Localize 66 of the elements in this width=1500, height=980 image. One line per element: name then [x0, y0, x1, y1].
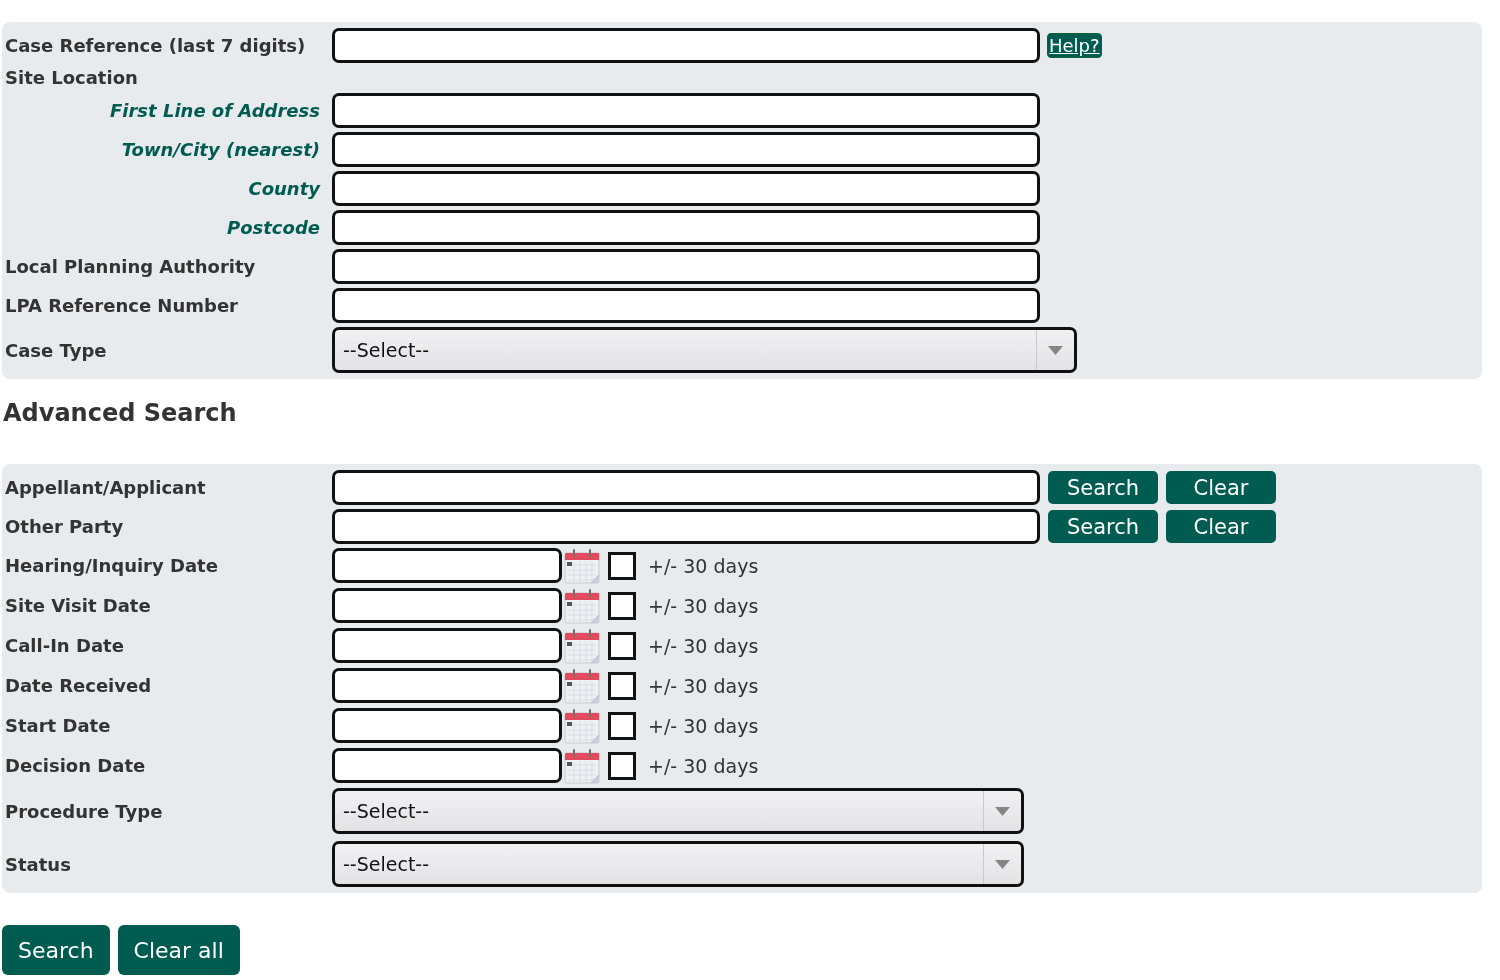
field-label: Decision Date — [5, 755, 146, 776]
text-input[interactable] — [332, 132, 1040, 167]
range-label: +/- 30 days — [648, 634, 759, 657]
search-button[interactable]: Search — [1048, 510, 1158, 543]
checkbox[interactable] — [608, 671, 636, 700]
search-button[interactable]: Search — [2, 925, 110, 975]
date-input[interactable] — [332, 588, 562, 623]
text-input[interactable] — [332, 249, 1040, 284]
field-label: County — [248, 178, 320, 199]
range-label: +/- 30 days — [648, 674, 759, 697]
field-label: Hearing/Inquiry Date — [5, 555, 218, 576]
text-input[interactable] — [332, 470, 1040, 505]
date-input[interactable] — [332, 748, 562, 783]
dropdown[interactable]: --Select-- — [332, 841, 1024, 887]
range-label: +/- 30 days — [648, 594, 759, 617]
checkbox[interactable] — [608, 551, 636, 580]
clear-button[interactable]: Clear — [1166, 471, 1276, 504]
field-label: Status — [5, 853, 71, 875]
text-input[interactable] — [332, 288, 1040, 323]
field-label: Site Visit Date — [5, 595, 151, 616]
range-label: +/- 30 days — [648, 754, 759, 777]
field-label: Local Planning Authority — [5, 256, 256, 277]
calendar-icon[interactable] — [564, 587, 600, 624]
text-input[interactable] — [332, 28, 1040, 63]
date-input[interactable] — [332, 548, 562, 583]
text-input[interactable] — [332, 93, 1040, 128]
text-input[interactable] — [332, 171, 1040, 206]
calendar-icon[interactable] — [564, 747, 600, 784]
field-label: LPA Reference Number — [5, 295, 238, 316]
calendar-icon[interactable] — [564, 667, 600, 704]
field-label: Procedure Type — [5, 800, 163, 822]
text-input[interactable] — [332, 509, 1040, 544]
field-label: Case Type — [5, 339, 107, 361]
checkbox[interactable] — [608, 711, 636, 740]
section-label: Site Location — [5, 67, 138, 88]
field-label: Start Date — [5, 715, 111, 736]
search-button[interactable]: Search — [1048, 471, 1158, 504]
field-label: Town/City (nearest) — [121, 139, 320, 160]
caret-icon — [995, 806, 1010, 816]
field-label: Date Received — [5, 675, 152, 696]
field-label: Other Party — [5, 516, 124, 537]
range-label: +/- 30 days — [648, 554, 759, 577]
date-input[interactable] — [332, 708, 562, 743]
field-label: Appellant/Applicant — [5, 477, 206, 498]
section-heading: Advanced Search — [3, 398, 237, 428]
caret-icon — [995, 859, 1010, 869]
field-label: Call-In Date — [5, 635, 124, 656]
clear-all-button[interactable]: Clear all — [117, 925, 240, 975]
range-label: +/- 30 days — [648, 714, 759, 737]
date-input[interactable] — [332, 628, 562, 663]
field-label: Postcode — [227, 217, 320, 238]
dropdown[interactable]: --Select-- — [332, 327, 1077, 373]
field-label: Case Reference (last 7 digits) — [5, 35, 306, 56]
checkbox[interactable] — [608, 751, 636, 780]
caret-icon — [1048, 345, 1063, 355]
checkbox[interactable] — [608, 591, 636, 620]
date-input[interactable] — [332, 668, 562, 703]
text-input[interactable] — [332, 210, 1040, 245]
calendar-icon[interactable] — [564, 627, 600, 664]
calendar-icon[interactable] — [564, 547, 600, 584]
help-link[interactable]: Help? — [1047, 33, 1102, 58]
checkbox[interactable] — [608, 631, 636, 660]
calendar-icon[interactable] — [564, 707, 600, 744]
field-label: First Line of Address — [110, 100, 320, 121]
clear-button[interactable]: Clear — [1166, 510, 1276, 543]
dropdown[interactable]: --Select-- — [332, 788, 1024, 834]
